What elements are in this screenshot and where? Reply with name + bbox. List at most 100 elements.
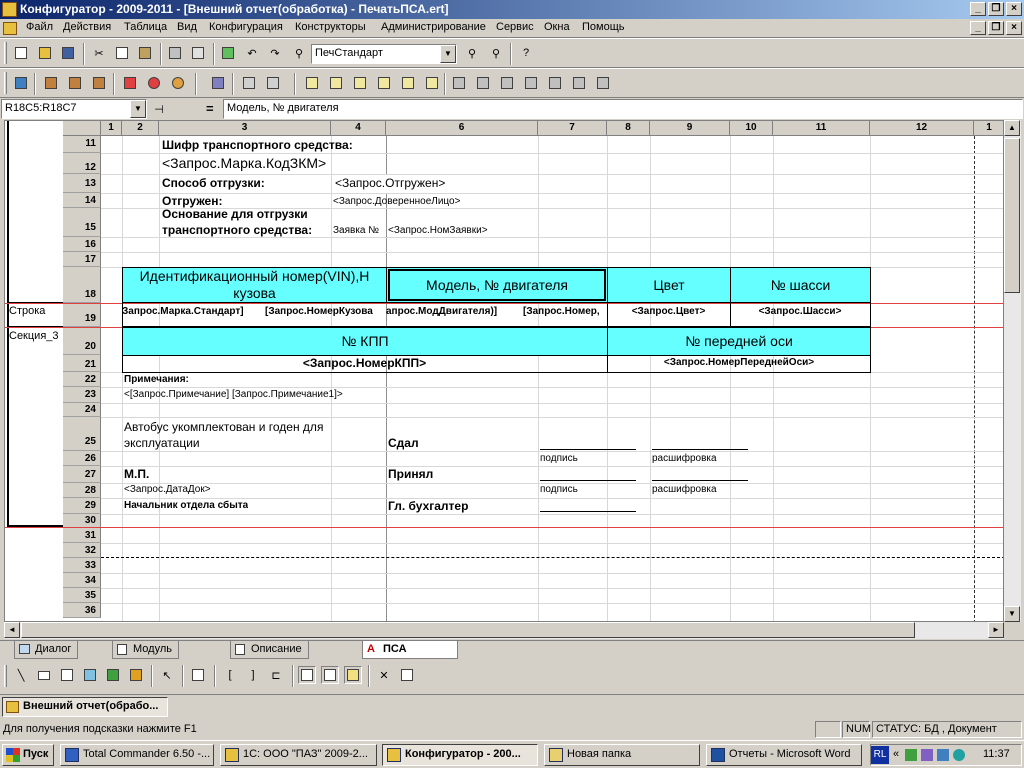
col-header[interactable]: 7 — [538, 121, 607, 136]
bracket-right-icon[interactable]: ] — [244, 666, 262, 684]
cell-transcript-label-2[interactable]: расшифровка — [652, 484, 717, 495]
cell-request-number-label[interactable]: Заявка № — [333, 225, 379, 236]
cell-transcript-label-1[interactable]: расшифровка — [652, 453, 717, 464]
menu-file[interactable]: Файл — [26, 21, 53, 33]
wizard-icon-11[interactable] — [546, 74, 564, 92]
cell-gearbox-value[interactable]: <Запрос.НомерКПП> — [122, 356, 607, 370]
picture-icon[interactable] — [81, 666, 99, 684]
header-front-axle[interactable]: № передней оси — [607, 327, 871, 356]
tray-app-icon-2[interactable] — [921, 749, 933, 761]
row-header[interactable]: 23 — [63, 387, 101, 403]
table-icon[interactable] — [264, 74, 282, 92]
undo-icon[interactable]: ↶ — [243, 44, 261, 62]
scroll-down-icon[interactable]: ▼ — [1004, 606, 1020, 622]
header-chassis[interactable]: № шасси — [730, 267, 871, 303]
menu-constructors[interactable]: Конструкторы — [295, 21, 366, 33]
tray-app-icon-1[interactable] — [905, 749, 917, 761]
horizontal-scrollbar[interactable]: ◄ ► — [4, 622, 1004, 639]
col-header[interactable]: 6 — [386, 121, 538, 136]
row-header[interactable]: 32 — [63, 543, 101, 558]
doc-minimize-button[interactable]: _ — [970, 21, 986, 35]
clock[interactable]: 11:37 — [983, 748, 1010, 760]
cell-basis-label-1[interactable]: Основание для отгрузки — [162, 207, 308, 221]
menu-administration[interactable]: Администрирование — [381, 21, 486, 33]
cell-shipped-value[interactable]: <Запрос.ДоверенноеЛицо> — [333, 196, 460, 207]
cell-bus-ready-line1[interactable]: Автобус укомплектован и годен для — [124, 420, 323, 434]
task-new-folder[interactable]: Новая папка — [544, 744, 700, 766]
corner-cell[interactable] — [63, 121, 101, 136]
wizard-icon-6[interactable] — [423, 74, 441, 92]
minimize-button[interactable]: _ — [970, 2, 986, 16]
col-header[interactable]: 9 — [650, 121, 730, 136]
tray-expand-icon[interactable]: « — [893, 748, 899, 760]
cell-bus-ready-line2[interactable]: эксплуатации — [124, 436, 200, 450]
col-header[interactable]: 10 — [730, 121, 773, 136]
tab-psa[interactable]: A ПСА — [362, 641, 458, 659]
vertical-scroll-thumb[interactable] — [1004, 138, 1020, 293]
doc-window-button[interactable]: Внешний отчет(обрабо... — [2, 697, 168, 717]
row-header[interactable]: 34 — [63, 573, 101, 588]
col-header[interactable]: 11 — [773, 121, 870, 136]
copy-icon[interactable] — [113, 44, 131, 62]
tree-icon[interactable] — [12, 74, 30, 92]
row-header[interactable]: 28 — [63, 483, 101, 498]
col-header[interactable]: 12 — [870, 121, 974, 136]
print-icon[interactable] — [166, 44, 184, 62]
table-props-icon[interactable] — [398, 666, 416, 684]
tab-description[interactable]: Описание — [230, 641, 309, 659]
doc-icon[interactable] — [3, 22, 17, 35]
row-header[interactable]: 26 — [63, 451, 101, 466]
task-configurator[interactable]: Конфигуратор - 200... — [382, 744, 538, 766]
cell-received-label[interactable]: Принял — [388, 467, 433, 481]
merge-icon[interactable] — [189, 666, 207, 684]
restore-button[interactable]: ❐ — [988, 2, 1004, 16]
chevron-down-icon[interactable]: ▼ — [130, 100, 146, 118]
grid-icon[interactable] — [298, 666, 316, 684]
font-combo[interactable]: ПечСтандарт ▼ — [311, 44, 457, 64]
cell-body-number[interactable]: [Запрос.НомерКузова — [265, 306, 386, 317]
row-header[interactable]: 31 — [63, 528, 101, 543]
scroll-up-icon[interactable]: ▲ — [1004, 120, 1020, 136]
row-header[interactable]: 20 — [63, 327, 101, 355]
language-indicator[interactable]: RL — [871, 746, 889, 764]
row-header[interactable]: 30 — [63, 514, 101, 528]
app-icon[interactable] — [2, 2, 17, 17]
cell-handed-over-label[interactable]: Сдал — [388, 436, 419, 450]
wizard-icon-9[interactable] — [498, 74, 516, 92]
row-header[interactable]: 16 — [63, 237, 101, 252]
start-button[interactable]: Пуск — [2, 744, 54, 766]
ole-object-icon[interactable] — [104, 666, 122, 684]
header-vin[interactable]: Идентификационный номер(VIN),Н кузова — [122, 267, 387, 303]
open-icon[interactable] — [36, 44, 54, 62]
row-header[interactable]: 29 — [63, 498, 101, 514]
chevron-down-icon[interactable]: ▼ — [440, 45, 456, 63]
cell-front-axle-value[interactable]: <Запрос.НомерПереднейОси> — [607, 357, 871, 368]
col-header[interactable]: 4 — [331, 121, 386, 136]
cell-shipping-method-label[interactable]: Способ отгрузки: — [162, 176, 265, 190]
horizontal-scroll-thumb[interactable] — [21, 622, 915, 638]
monitor-icon[interactable] — [209, 74, 227, 92]
cut-icon[interactable]: ✂ — [90, 44, 108, 62]
col-header[interactable]: 2 — [122, 121, 159, 136]
tray-network-icon[interactable] — [937, 749, 949, 761]
ruler-icon[interactable] — [344, 666, 362, 684]
row-header[interactable]: 36 — [63, 603, 101, 618]
line-icon[interactable]: ╲ — [12, 666, 30, 684]
task-word[interactable]: Отчеты - Microsoft Word — [706, 744, 862, 766]
cell-vehicle-code-value[interactable]: <Запрос.Марка.КодЗКМ> — [162, 155, 326, 171]
wizard-icon-10[interactable] — [522, 74, 540, 92]
tray-eye-icon[interactable] — [953, 749, 965, 761]
row-header[interactable]: 25 — [63, 417, 101, 451]
redo-icon[interactable]: ↷ — [266, 44, 284, 62]
wizard-icon-1[interactable] — [303, 74, 321, 92]
cell-chief-accountant-label[interactable]: Гл. бухгалтер — [388, 499, 468, 513]
calculator-icon[interactable] — [219, 44, 237, 62]
bracket-left-icon[interactable]: [ — [221, 666, 239, 684]
paste-icon[interactable] — [136, 44, 154, 62]
menu-table[interactable]: Таблица — [124, 21, 167, 33]
search-next-icon[interactable]: ⚲ — [487, 44, 505, 62]
find-icon[interactable]: ⚲ — [290, 44, 308, 62]
cell-shipped-label[interactable]: Отгружен: — [162, 194, 222, 208]
col-header[interactable]: 1 — [974, 121, 1003, 136]
cell-stamp-label[interactable]: М.П. — [124, 467, 149, 481]
